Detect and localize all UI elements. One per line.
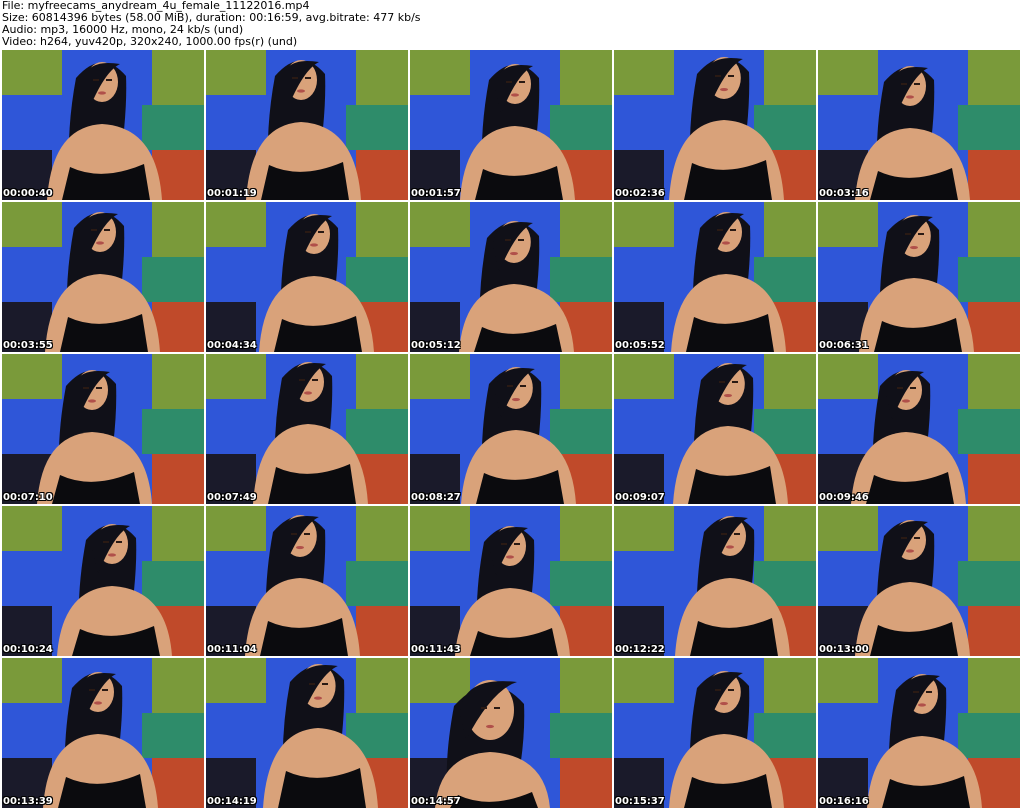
frame-image: [614, 354, 816, 504]
video-frame-thumbnail: 00:11:43: [410, 506, 612, 656]
frame-timestamp: 00:13:39: [3, 796, 53, 807]
frame-timestamp: 00:03:55: [3, 340, 53, 351]
video-frame-thumbnail: 00:13:39: [2, 658, 204, 808]
frame-timestamp: 00:09:07: [615, 492, 665, 503]
frame-timestamp: 00:10:24: [3, 644, 53, 655]
frame-timestamp: 00:05:52: [615, 340, 665, 351]
frame-timestamp: 00:00:40: [3, 188, 53, 199]
frame-image: [614, 50, 816, 200]
frame-image: [410, 506, 612, 656]
video-frame-thumbnail: 00:15:37: [614, 658, 816, 808]
video-frame-thumbnail: 00:14:57: [410, 658, 612, 808]
video-frame-thumbnail: 00:01:57: [410, 50, 612, 200]
frame-image: [2, 506, 204, 656]
frame-timestamp: 00:01:19: [207, 188, 257, 199]
frame-timestamp: 00:08:27: [411, 492, 461, 503]
video-frame-thumbnail: 00:12:22: [614, 506, 816, 656]
frame-image: [2, 658, 204, 808]
frame-timestamp: 00:01:57: [411, 188, 461, 199]
frame-timestamp: 00:13:00: [819, 644, 869, 655]
video-frame-thumbnail: 00:02:36: [614, 50, 816, 200]
frame-timestamp: 00:15:37: [615, 796, 665, 807]
video-frame-thumbnail: 00:00:40: [2, 50, 204, 200]
file-info-header: File: myfreecams_anydream_4u_female_1112…: [2, 0, 1022, 50]
frame-image: [206, 354, 408, 504]
frame-timestamp: 00:12:22: [615, 644, 665, 655]
video-frame-thumbnail: 00:04:34: [206, 202, 408, 352]
video-frame-thumbnail: 00:06:31: [818, 202, 1020, 352]
frame-timestamp: 00:07:10: [3, 492, 53, 503]
frame-timestamp: 00:16:16: [819, 796, 869, 807]
video-frame-thumbnail: 00:14:19: [206, 658, 408, 808]
video-frame-thumbnail: 00:03:16: [818, 50, 1020, 200]
frame-image: [614, 506, 816, 656]
frame-image: [614, 202, 816, 352]
video-frame-thumbnail: 00:05:12: [410, 202, 612, 352]
frame-timestamp: 00:09:46: [819, 492, 869, 503]
video-frame-thumbnail: 00:05:52: [614, 202, 816, 352]
thumbnail-grid: 00:00:40 00:01:19 00:01:57 00:02:36 00:03:16…: [2, 50, 1024, 810]
frame-image: [206, 50, 408, 200]
frame-image: [206, 506, 408, 656]
video-frame-thumbnail: 00:08:27: [410, 354, 612, 504]
frame-image: [410, 202, 612, 352]
frame-image: [818, 506, 1020, 656]
frame-timestamp: 00:04:34: [207, 340, 257, 351]
frame-image: [410, 658, 612, 808]
video-frame-thumbnail: 00:07:10: [2, 354, 204, 504]
frame-image: [206, 202, 408, 352]
frame-image: [2, 202, 204, 352]
frame-timestamp: 00:06:31: [819, 340, 869, 351]
video-frame-thumbnail: 00:11:04: [206, 506, 408, 656]
frame-timestamp: 00:14:57: [411, 796, 461, 807]
frame-timestamp: 00:03:16: [819, 188, 869, 199]
frame-timestamp: 00:05:12: [411, 340, 461, 351]
frame-image: [206, 658, 408, 808]
frame-timestamp: 00:07:49: [207, 492, 257, 503]
frame-image: [818, 658, 1020, 808]
frame-timestamp: 00:11:43: [411, 644, 461, 655]
frame-image: [614, 658, 816, 808]
video-frame-thumbnail: 00:01:19: [206, 50, 408, 200]
video-frame-thumbnail: 00:09:46: [818, 354, 1020, 504]
video-info-line: Video: h264, yuv420p, 320x240, 1000.00 f…: [2, 35, 298, 48]
video-frame-thumbnail: 00:09:07: [614, 354, 816, 504]
frame-image: [410, 354, 612, 504]
video-frame-thumbnail: 00:13:00: [818, 506, 1020, 656]
frame-image: [818, 354, 1020, 504]
frame-timestamp: 00:14:19: [207, 796, 257, 807]
video-frame-thumbnail: 00:03:55: [2, 202, 204, 352]
video-frame-thumbnail: 00:07:49: [206, 354, 408, 504]
frame-timestamp: 00:11:04: [207, 644, 257, 655]
frame-image: [818, 202, 1020, 352]
frame-timestamp: 00:02:36: [615, 188, 665, 199]
video-frame-thumbnail: 00:10:24: [2, 506, 204, 656]
frame-image: [410, 50, 612, 200]
frame-image: [2, 50, 204, 200]
frame-image: [818, 50, 1020, 200]
frame-image: [2, 354, 204, 504]
video-frame-thumbnail: 00:16:16: [818, 658, 1020, 808]
